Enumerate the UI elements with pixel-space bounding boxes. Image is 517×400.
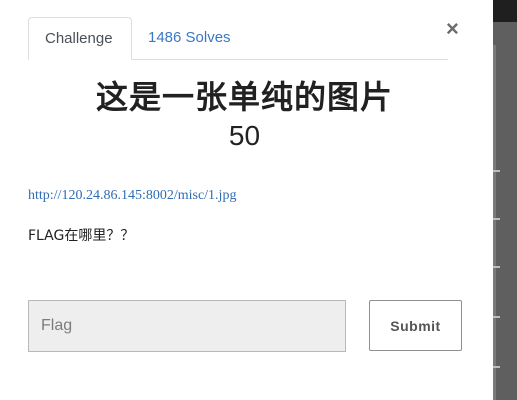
backdrop-mark xyxy=(493,218,500,220)
backdrop-mark xyxy=(493,366,500,368)
tab-solves[interactable]: 1486 Solves xyxy=(132,17,247,59)
submit-button[interactable]: Submit xyxy=(369,300,462,351)
modal-tabs: Challenge 1486 Solves xyxy=(28,17,448,60)
challenge-value: 50 xyxy=(228,120,261,151)
modal-backdrop xyxy=(493,0,517,400)
tab-challenge[interactable]: Challenge xyxy=(28,17,132,60)
challenge-modal: × Challenge 1486 Solves 这是一张单纯的图片 50 htt… xyxy=(0,0,493,400)
backdrop-mark xyxy=(493,170,500,172)
flag-input[interactable] xyxy=(28,300,346,352)
backdrop-mark xyxy=(493,316,500,318)
backdrop-edge xyxy=(493,45,496,400)
backdrop-mark xyxy=(493,266,500,268)
page: × Challenge 1486 Solves 这是一张单纯的图片 50 htt… xyxy=(0,0,517,400)
attachment-link[interactable]: http://120.24.86.145:8002/misc/1.jpg xyxy=(28,188,236,204)
challenge-title: 这是一张单纯的图片 xyxy=(95,78,393,116)
challenge-description: FLAG在哪里？？ xyxy=(28,228,135,244)
backdrop-navbar xyxy=(493,0,517,22)
